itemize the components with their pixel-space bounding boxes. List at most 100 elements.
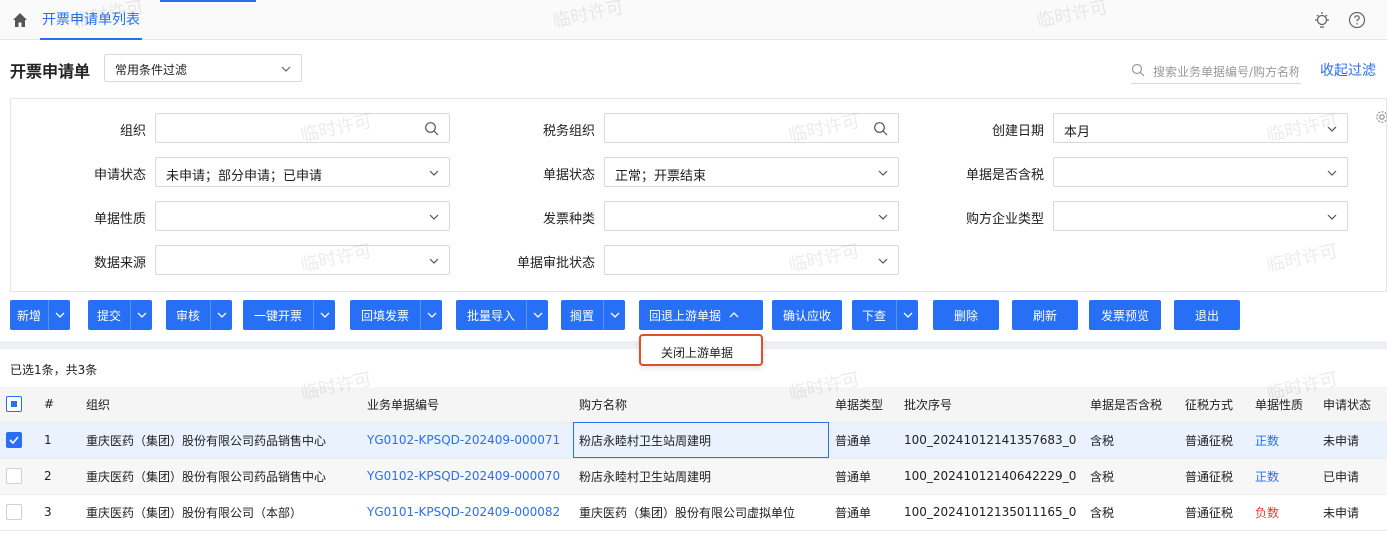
invoice-preview-button[interactable]: 发票预览 (1089, 300, 1161, 330)
select-all-cell[interactable] (0, 387, 38, 423)
close-upstream-doc-item[interactable]: 关闭上游单据 (661, 344, 733, 361)
select-all-checkbox[interactable] (6, 396, 22, 413)
chevron-down-icon (320, 312, 329, 318)
approval-status-select[interactable] (604, 245, 899, 275)
doc-status-label: 单据状态 (542, 168, 595, 183)
org-label: 组织 (119, 124, 146, 139)
chevron-down-icon (878, 170, 888, 176)
new-button[interactable]: 新增 (10, 300, 48, 330)
column-header[interactable]: 购方名称 (573, 387, 829, 423)
confirm-receivable-button[interactable]: 确认应收 (772, 300, 842, 330)
home-icon[interactable] (12, 12, 28, 28)
refresh-button[interactable]: 刷新 (1012, 300, 1078, 330)
top-bar: 开票申请单列表 (0, 0, 1387, 40)
chevron-down-icon (217, 312, 226, 318)
lightbulb-icon[interactable] (1313, 11, 1331, 29)
tax-included-select[interactable] (1053, 157, 1348, 187)
chevron-down-icon (1327, 170, 1337, 176)
shelve-dropdown-button[interactable] (603, 300, 625, 330)
one-click-invoice-dropdown-button[interactable] (313, 300, 335, 330)
invoice-type-select[interactable] (604, 201, 899, 231)
column-header[interactable]: 业务单据编号 (361, 387, 573, 423)
table-row[interactable]: 1 重庆医药（集团）股份有限公司药品销售中心 YG0102-KPSQD-2024… (0, 422, 1387, 459)
tax-org-field[interactable] (604, 113, 899, 143)
tab-invoice-application-list[interactable]: 开票申请单列表 (40, 0, 142, 40)
data-source-select[interactable] (155, 245, 450, 275)
action-toolbar: 新增 提交 审核 一键开票 回填发票 批量导入 搁置 回退上游单据 确认应收 下… (0, 300, 1387, 332)
column-header[interactable]: 组织 (80, 387, 361, 423)
chevron-down-icon (55, 312, 64, 318)
row-select-cell[interactable] (0, 494, 38, 531)
column-header[interactable]: 批次序号 (898, 387, 1084, 423)
audit-dropdown-button[interactable] (210, 300, 232, 330)
doc-no-link[interactable]: YG0102-KPSQD-202409-000071 (361, 422, 573, 459)
drill-down-button[interactable]: 下查 (852, 300, 896, 330)
new-dropdown-button[interactable] (48, 300, 70, 330)
buyer-type-label: 购方企业类型 (965, 212, 1044, 227)
common-filter-select[interactable]: 常用条件过滤 (104, 54, 302, 82)
status-cell: 未申请 (1317, 494, 1387, 531)
doc-nature-select[interactable] (155, 201, 450, 231)
create-date-select[interactable]: 本月 (1053, 113, 1348, 143)
column-header: # (38, 387, 80, 423)
batch-import-dropdown-button[interactable] (526, 300, 548, 330)
column-header[interactable]: 单据是否含税 (1084, 387, 1179, 423)
batch-cell: 100_20241012135011165_0 (898, 494, 1084, 531)
exit-button[interactable]: 退出 (1174, 300, 1240, 330)
column-header[interactable]: 单据性质 (1249, 387, 1317, 423)
search-icon[interactable] (873, 121, 888, 136)
backfill-invoice-button-group: 回填发票 (350, 300, 442, 330)
delete-button[interactable]: 删除 (933, 300, 999, 330)
row-checkbox[interactable] (6, 468, 22, 484)
table-row[interactable]: 2 重庆医药（集团）股份有限公司药品销售中心 YG0102-KPSQD-2024… (0, 458, 1387, 495)
drill-down-dropdown-button[interactable] (896, 300, 918, 330)
search-input[interactable]: 搜索业务单据编号/购方名称 (1131, 60, 1301, 84)
apply-status-label: 申请状态 (93, 168, 146, 183)
one-click-invoice-button[interactable]: 一键开票 (243, 300, 313, 330)
help-icon[interactable] (1348, 11, 1366, 29)
collapse-filter-link[interactable]: 收起过滤 (1320, 60, 1376, 80)
org-cell: 重庆医药（集团）股份有限公司药品销售中心 (80, 422, 361, 459)
buyer-cell: 粉店永睦村卫生站周建明 (573, 458, 829, 495)
chevron-down-icon (429, 170, 439, 176)
page-title: 开票申请单 (10, 62, 91, 81)
audit-button[interactable]: 审核 (166, 300, 210, 330)
common-filter-value: 常用条件过滤 (115, 63, 188, 77)
submit-button[interactable]: 提交 (88, 300, 130, 330)
apply-status-select[interactable]: 未申请；部分申请；已申请 (155, 157, 450, 187)
levy-cell: 普通征税 (1179, 458, 1249, 495)
search-icon[interactable] (424, 121, 439, 136)
row-select-cell[interactable] (0, 458, 38, 495)
backfill-invoice-button[interactable]: 回填发票 (350, 300, 420, 330)
doc-no-link[interactable]: YG0101-KPSQD-202409-000082 (361, 494, 573, 531)
nature-cell: 正数 (1249, 422, 1317, 459)
row-checkbox[interactable] (6, 504, 22, 520)
column-header[interactable]: 申请状态 (1317, 387, 1387, 423)
chevron-down-icon (903, 312, 912, 318)
chevron-down-icon (137, 312, 146, 318)
row-select-cell[interactable] (0, 422, 38, 459)
gear-icon[interactable] (1375, 110, 1387, 124)
org-field[interactable] (155, 113, 450, 143)
backfill-invoice-dropdown-button[interactable] (420, 300, 442, 330)
row-checkbox[interactable] (6, 432, 22, 448)
submit-dropdown-button[interactable] (130, 300, 152, 330)
buyer-cell[interactable]: 粉店永睦村卫生站周建明 (573, 422, 829, 459)
doc-no-link[interactable]: YG0102-KPSQD-202409-000070 (361, 458, 573, 495)
column-header[interactable]: 单据类型 (829, 387, 898, 423)
selection-info: 已选1条，共3条 (10, 363, 98, 377)
return-upstream-label: 回退上游单据 (649, 308, 722, 323)
org-cell: 重庆医药（集团）股份有限公司药品销售中心 (80, 458, 361, 495)
table-row[interactable]: 3 重庆医药（集团）股份有限公司（本部） YG0101-KPSQD-202409… (0, 494, 1387, 531)
buyer-type-select[interactable] (1053, 201, 1348, 231)
batch-cell: 100_20241012141357683_0 (898, 422, 1084, 459)
doc-status-select[interactable]: 正常；开票结束 (604, 157, 899, 187)
column-header[interactable]: 征税方式 (1179, 387, 1249, 423)
chevron-down-icon (878, 214, 888, 220)
return-upstream-button[interactable]: 回退上游单据 (639, 300, 763, 330)
tax-cell: 含税 (1084, 494, 1179, 531)
tax-cell: 含税 (1084, 422, 1179, 459)
chevron-down-icon (429, 258, 439, 264)
batch-import-button[interactable]: 批量导入 (456, 300, 526, 330)
shelve-button[interactable]: 搁置 (561, 300, 603, 330)
